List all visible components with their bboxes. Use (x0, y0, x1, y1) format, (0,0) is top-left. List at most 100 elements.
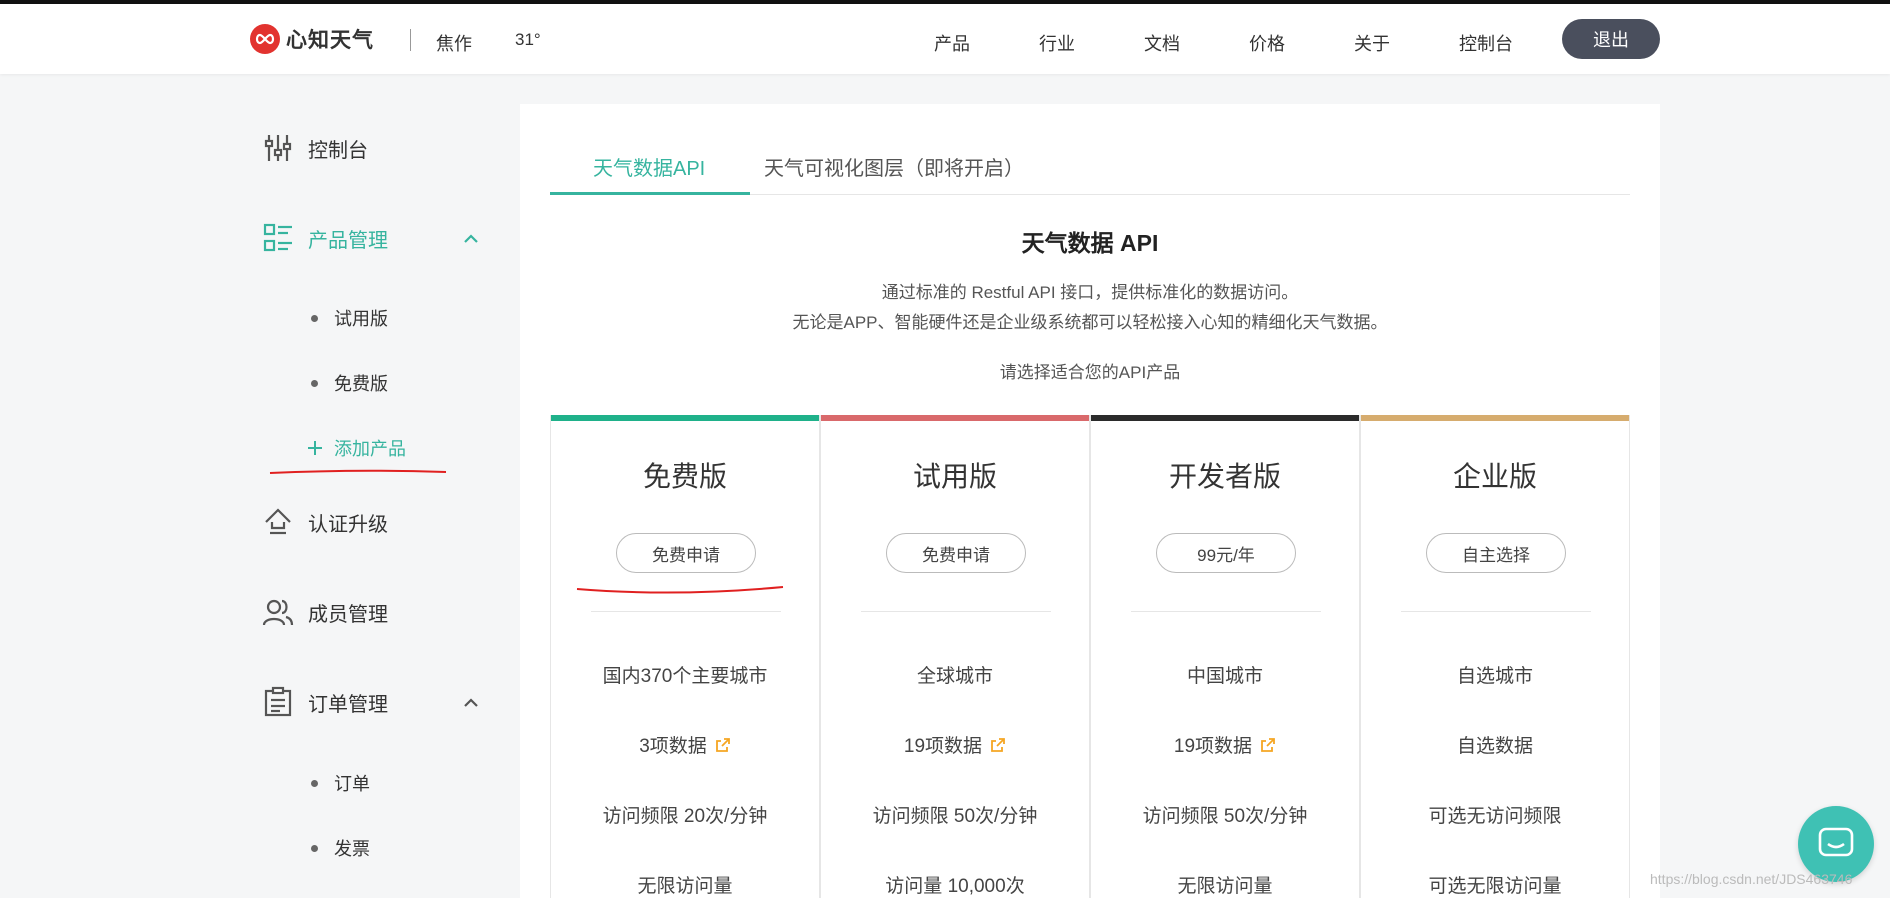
sliders-icon (264, 135, 292, 161)
sidebar-item-product-management[interactable]: 产品管理 (262, 222, 388, 254)
developer-price-button[interactable]: 99元/年 (1156, 533, 1296, 573)
infinity-logo-icon (250, 24, 280, 54)
feature-text: 访问频限 50次/分钟 (872, 806, 1038, 827)
sidebar-subitem-trial[interactable]: 试用版 (311, 305, 388, 331)
sidebar-item-verification[interactable]: 认证升级 (262, 506, 388, 538)
feature-text: 19项数据 (903, 736, 983, 757)
plan-feature[interactable]: 19项数据 (1091, 731, 1359, 758)
logo[interactable]: 心知天气 (250, 24, 374, 54)
sidebar-item-label: 认证升级 (308, 513, 388, 536)
plan-name: 开发者版 (1168, 461, 1281, 492)
plan-card-enterprise: 企业版 自主选择 自选城市 自选数据 可选无访问频限 可选无限访问量 (1360, 415, 1630, 898)
nav-product[interactable]: 产品 (934, 30, 970, 56)
sidebar-item-label: 产品管理 (308, 229, 388, 252)
bullet-icon (311, 314, 318, 322)
external-link-icon[interactable] (715, 737, 731, 753)
red-underline-annotation (576, 586, 784, 594)
plan-feature: 中国城市 (1091, 661, 1359, 688)
users-icon (262, 599, 294, 626)
sidebar-item-label: 控制台 (308, 139, 368, 162)
feature-text: 全球城市 (916, 666, 993, 687)
sidebar-item-members[interactable]: 成员管理 (262, 596, 388, 628)
sidebar-subitem-label: 试用版 (334, 309, 388, 329)
bullet-icon (311, 379, 318, 387)
plan-feature: 自选城市 (1361, 661, 1629, 688)
header-divider (410, 29, 411, 51)
logout-button[interactable]: 退出 (1562, 19, 1660, 59)
bullet-icon (311, 844, 318, 852)
card-divider (591, 611, 781, 612)
sidebar-subitem-invoice[interactable]: 发票 (311, 835, 370, 861)
sidebar-item-label: 订单管理 (308, 693, 388, 716)
plan-feature: 无限访问量 (1091, 871, 1359, 898)
page-title: 天气数据 API (1021, 230, 1159, 256)
clipboard-icon (264, 686, 292, 717)
nav-industry[interactable]: 行业 (1039, 30, 1075, 56)
plan-name: 企业版 (1452, 461, 1537, 492)
plan-feature: 全球城市 (821, 661, 1089, 688)
plan-card-trial: 试用版 免费申请 全球城市 19项数据 访问频限 50次/分钟 访问量 10,0… (820, 415, 1090, 898)
plan-feature: 访问频限 20次/分钟 (551, 801, 819, 828)
select-product-hint: 请选择适合您的API产品 (999, 363, 1181, 382)
plan-color-bar (1091, 415, 1359, 421)
tab-weather-data-api[interactable]: 天气数据API (593, 152, 705, 181)
feature-text: 访问频限 20次/分钟 (602, 806, 768, 827)
sidebar-subitem-label: 订单 (334, 774, 370, 794)
feature-text: 自选城市 (1456, 666, 1533, 687)
plan-feature[interactable]: 3项数据 (551, 731, 819, 758)
plan-cards: 免费版 免费申请 国内370个主要城市 3项数据 访问频限 20次/分钟 无限访… (550, 415, 1630, 898)
sidebar-item-orders[interactable]: 订单管理 (262, 686, 388, 718)
plan-feature: 无限访问量 (551, 871, 819, 898)
feature-text: 19项数据 (1173, 736, 1253, 757)
plan-color-bar (1361, 415, 1629, 421)
card-divider (861, 611, 1051, 612)
list-icon (263, 223, 292, 252)
plan-feature: 访问量 10,000次 (821, 871, 1089, 898)
top-header: 心知天气 焦作 31° 产品 行业 文档 价格 关于 控制台 退出 (0, 4, 1890, 74)
external-link-icon[interactable] (990, 737, 1006, 753)
tab-weather-visual-layer[interactable]: 天气可视化图层（即将开启） (764, 152, 1024, 181)
card-divider (1131, 611, 1321, 612)
plan-name: 免费版 (642, 461, 727, 492)
active-tab-indicator (550, 192, 750, 195)
feature-text: 3项数据 (639, 736, 707, 757)
plan-feature[interactable]: 19项数据 (821, 731, 1089, 758)
sidebar-item-console[interactable]: 控制台 (262, 132, 368, 164)
plan-feature: 自选数据 (1361, 731, 1629, 758)
add-product-label: 添加产品 (334, 439, 406, 459)
nav-console[interactable]: 控制台 (1459, 30, 1513, 56)
nav-about[interactable]: 关于 (1354, 30, 1390, 56)
plan-feature: 访问频限 50次/分钟 (821, 801, 1089, 828)
add-product-link[interactable]: 添加产品 (306, 435, 406, 461)
sidebar-subitem-order[interactable]: 订单 (311, 770, 370, 796)
current-temperature: 31° (515, 30, 541, 49)
feature-text: 访问量 10,000次 (885, 876, 1025, 897)
external-link-icon[interactable] (1260, 737, 1276, 753)
plan-feature: 国内370个主要城市 (551, 661, 819, 688)
trial-apply-button[interactable]: 免费申请 (886, 533, 1026, 573)
chevron-up-icon[interactable] (461, 229, 481, 249)
plan-color-bar (551, 415, 819, 421)
sidebar-item-label: 成员管理 (308, 603, 388, 626)
description-line-1: 通过标准的 Restful API 接口，提供标准化的数据访问。 (881, 283, 1299, 302)
feature-text: 中国城市 (1186, 666, 1263, 687)
feature-text: 自选数据 (1456, 736, 1533, 757)
plan-feature: 可选无访问频限 (1361, 801, 1629, 828)
nav-docs[interactable]: 文档 (1144, 30, 1180, 56)
sidebar-subitem-label: 免费版 (334, 374, 388, 394)
nav-pricing[interactable]: 价格 (1249, 30, 1285, 56)
feature-text: 国内370个主要城市 (602, 666, 768, 687)
chevron-up-icon[interactable] (461, 693, 481, 713)
current-city[interactable]: 焦作 (436, 30, 472, 56)
free-apply-button[interactable]: 免费申请 (616, 533, 756, 573)
plan-card-developer: 开发者版 99元/年 中国城市 19项数据 访问频限 50次/分钟 无限访问量 (1090, 415, 1360, 898)
logo-text: 心知天气 (286, 29, 374, 52)
enterprise-select-button[interactable]: 自主选择 (1426, 533, 1566, 573)
chat-bubble-icon (1818, 827, 1854, 857)
feature-text: 访问频限 50次/分钟 (1142, 806, 1308, 827)
red-underline-annotation (269, 469, 447, 474)
feature-text: 可选无访问频限 (1428, 806, 1562, 827)
card-divider (1401, 611, 1591, 612)
sidebar-subitem-free[interactable]: 免费版 (311, 370, 388, 396)
sidebar-subitem-label: 发票 (334, 839, 370, 859)
